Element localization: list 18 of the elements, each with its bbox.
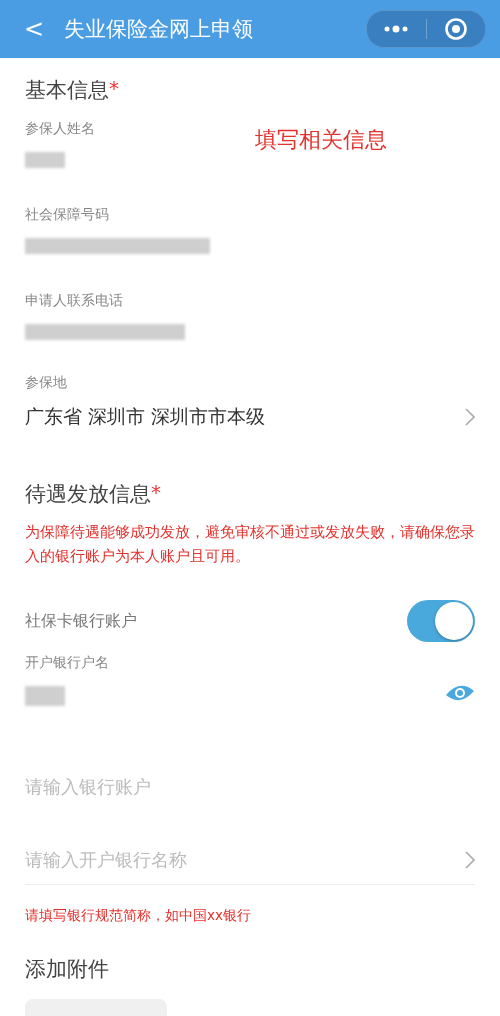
input-field[interactable]: 请输入银行账户	[25, 776, 325, 797]
field-label: 参保地	[25, 374, 68, 392]
toggle-label: 社保卡银行账户	[25, 610, 137, 632]
required-mark: *	[109, 76, 119, 102]
section-title: 添加附件	[25, 956, 109, 983]
field-label: 参保人姓名	[25, 120, 96, 138]
page-title: 失业保险金网上申领	[64, 16, 255, 43]
hint-text: 请填写银行规范简称，如中国xx银行	[25, 907, 252, 925]
input-field[interactable]: 请输入开户银行名称	[25, 849, 325, 870]
section-title: 基本信息	[25, 77, 109, 104]
section-title: 待遇发放信息	[25, 481, 151, 508]
notice-text: 为保障待遇能够成功发放，避免审核不通过或发放失败，请确保您录入的银行账户为本人账户且可用。	[25, 522, 476, 567]
required-mark: *	[151, 480, 161, 506]
annotation-text: 填写相关信息	[255, 126, 387, 154]
field-label: 申请人联系电话	[25, 292, 124, 310]
field-label: 开户银行户名	[25, 654, 110, 672]
field-value[interactable]: 广东省 深圳市 深圳市市本级	[25, 404, 266, 430]
field-label: 社会保障号码	[25, 206, 110, 224]
